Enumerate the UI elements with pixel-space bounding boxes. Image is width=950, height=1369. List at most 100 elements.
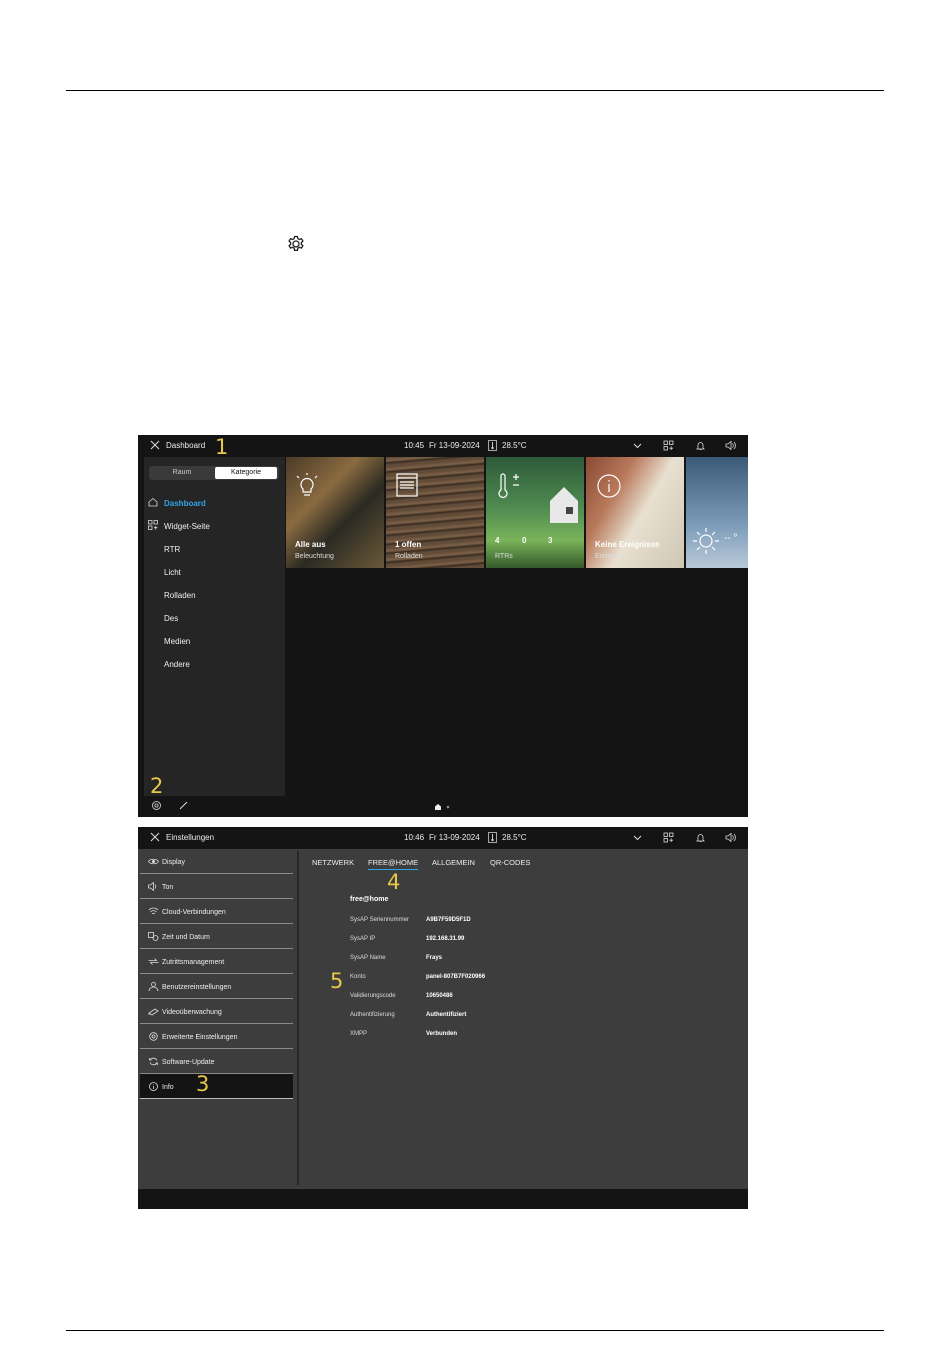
nav-licht[interactable]: Licht <box>164 568 181 577</box>
tile-rtrs[interactable]: 4 0 3 RTRs <box>486 457 584 568</box>
clock-time: 10:45 <box>404 441 425 450</box>
tile-subtitle: Ereignisse <box>595 553 628 560</box>
info-key: SysAP Seriennummer <box>350 917 409 923</box>
chevron-down-icon[interactable] <box>632 832 643 843</box>
menu-ton[interactable]: Ton <box>140 874 293 899</box>
wifi-icon <box>148 907 159 915</box>
tab-qr-codes[interactable]: QR-CODES <box>490 858 530 867</box>
info-key: SysAP IP <box>350 936 376 942</box>
eye-icon <box>148 858 159 865</box>
thermometer-icon <box>488 832 497 843</box>
nav-medien[interactable]: Medien <box>164 637 190 646</box>
tile-beleuchtung[interactable]: Alle aus Beleuchtung <box>286 457 384 568</box>
menu-label: Ton <box>162 884 174 891</box>
widget-grid-icon <box>148 520 158 530</box>
nav-widget-seite[interactable]: Widget-Seite <box>164 522 210 531</box>
menu-label: Display <box>162 859 185 866</box>
nav-rtr[interactable]: RTR <box>164 545 180 554</box>
marker-4: 4 <box>387 870 401 894</box>
info-value: Authentifiziert <box>426 1012 467 1018</box>
tab-netzwerk[interactable]: NETZWERK <box>312 858 354 867</box>
tab-free-at-home[interactable]: FREE@HOME <box>368 858 419 870</box>
nav-andere[interactable]: Andere <box>164 660 190 669</box>
menu-label: Videoüberwachung <box>162 1009 222 1016</box>
speaker-icon[interactable] <box>725 440 736 451</box>
temperature-readout: 28.5°C <box>502 441 527 450</box>
menu-label: Zutrittsmanagement <box>162 959 225 966</box>
speaker-icon[interactable] <box>725 832 736 843</box>
nav-des[interactable]: Des <box>164 614 178 623</box>
tile-ereignisse[interactable]: Keine Ereignisse Ereignisse <box>586 457 684 568</box>
weather-value: -- ° <box>724 533 738 544</box>
dashboard-screenshot: Dashboard 10:45 Fr 13-09-2024 28.5°C 1 R… <box>138 435 748 817</box>
menu-display[interactable]: Display <box>140 849 293 874</box>
menu-label: Benutzereinstellungen <box>162 984 232 991</box>
tile-weather[interactable]: -- ° <box>686 457 748 568</box>
info-key: Authentifizierung <box>350 1012 395 1018</box>
settings-screenshot: Einstellungen 10:46 Fr 13-09-2024 28.5°C… <box>138 827 748 1209</box>
pencil-icon[interactable] <box>178 800 189 811</box>
info-value: 192.168.31.99 <box>426 936 465 942</box>
info-value: Verbunden <box>426 1031 458 1037</box>
menu-erweiterte-einstellungen[interactable]: Erweiterte Einstellungen <box>140 1024 293 1049</box>
widget-grid-icon[interactable] <box>663 832 674 843</box>
info-key: Validierungscode <box>350 993 396 999</box>
panel-divider <box>297 851 299 1185</box>
tile-title: Keine Ereignisse <box>595 540 660 549</box>
menu-zutrittsmanagement[interactable]: Zutrittsmanagement <box>140 949 293 974</box>
tile-rolladen[interactable]: 1 offen Rolladen <box>386 457 484 568</box>
clock-time: 10:46 <box>404 833 425 842</box>
menu-info[interactable]: Info <box>140 1074 293 1099</box>
bell-icon[interactable] <box>695 832 706 843</box>
nav-rolladen[interactable]: Rolladen <box>164 591 196 600</box>
info-icon <box>597 474 621 498</box>
tile-title: 1 offen <box>395 540 422 549</box>
lightbulb-icon <box>296 473 318 496</box>
sidebar: Raum Kategorie Dashboard Widget-Seite RT… <box>144 457 285 796</box>
menu-label: Software-Update <box>162 1059 215 1066</box>
close-icon[interactable] <box>150 440 160 450</box>
menu-software-update[interactable]: Software-Update <box>140 1049 293 1074</box>
menu-benutzereinstellungen[interactable]: Benutzereinstellungen <box>140 974 293 999</box>
menu-label: Zeit und Datum <box>162 934 210 941</box>
tile-subtitle: Beleuchtung <box>295 553 334 560</box>
info-value: Frays <box>426 955 443 961</box>
speaker-icon <box>148 882 157 891</box>
bell-icon[interactable] <box>695 440 706 451</box>
toggle-kategorie[interactable]: Kategorie <box>215 467 277 479</box>
clock-icon <box>148 932 159 941</box>
bottom-bar <box>138 1189 748 1209</box>
key-icon <box>148 958 159 965</box>
top-bar: Dashboard 10:45 Fr 13-09-2024 28.5°C <box>138 435 748 457</box>
rtr-count-2: 0 <box>522 536 527 545</box>
toggle-raum[interactable]: Raum <box>151 466 213 480</box>
top-bar: Einstellungen 10:46 Fr 13-09-2024 28.5°C <box>138 827 748 849</box>
nav-dashboard[interactable]: Dashboard <box>164 499 206 508</box>
rtr-count-3: 3 <box>548 536 553 545</box>
info-key: XMPP <box>350 1031 368 1037</box>
tab-allgemein[interactable]: ALLGEMEIN <box>432 858 475 867</box>
info-key: Konto <box>350 974 366 980</box>
info-value: A9B7F59D5F1D <box>426 917 471 923</box>
info-icon <box>149 1082 158 1091</box>
menu-zeit-und-datum[interactable]: Zeit und Datum <box>140 924 293 949</box>
menu-videoueberwachung[interactable]: Videoüberwachung <box>140 999 293 1024</box>
user-icon <box>148 982 159 991</box>
menu-cloud-verbindungen[interactable]: Cloud-Verbindungen <box>140 899 293 924</box>
info-key: SysAP Name <box>350 955 386 961</box>
tile-title: Alle aus <box>295 540 326 549</box>
chevron-down-icon[interactable] <box>632 440 643 451</box>
clock-date: Fr 13-09-2024 <box>429 441 480 450</box>
clock-date: Fr 13-09-2024 <box>429 833 480 842</box>
header-rule <box>66 90 884 91</box>
widget-grid-icon[interactable] <box>663 440 674 451</box>
gear-icon[interactable] <box>151 800 162 811</box>
info-value: panel-807B7F020966 <box>426 974 486 980</box>
page-indicator[interactable] <box>435 804 451 810</box>
temperature-readout: 28.5°C <box>502 833 527 842</box>
view-toggle[interactable]: Raum Kategorie <box>149 466 279 480</box>
camera-icon <box>148 1008 159 1016</box>
blind-icon <box>396 473 418 497</box>
close-icon[interactable] <box>150 832 160 842</box>
screen-title: Dashboard <box>166 441 206 450</box>
